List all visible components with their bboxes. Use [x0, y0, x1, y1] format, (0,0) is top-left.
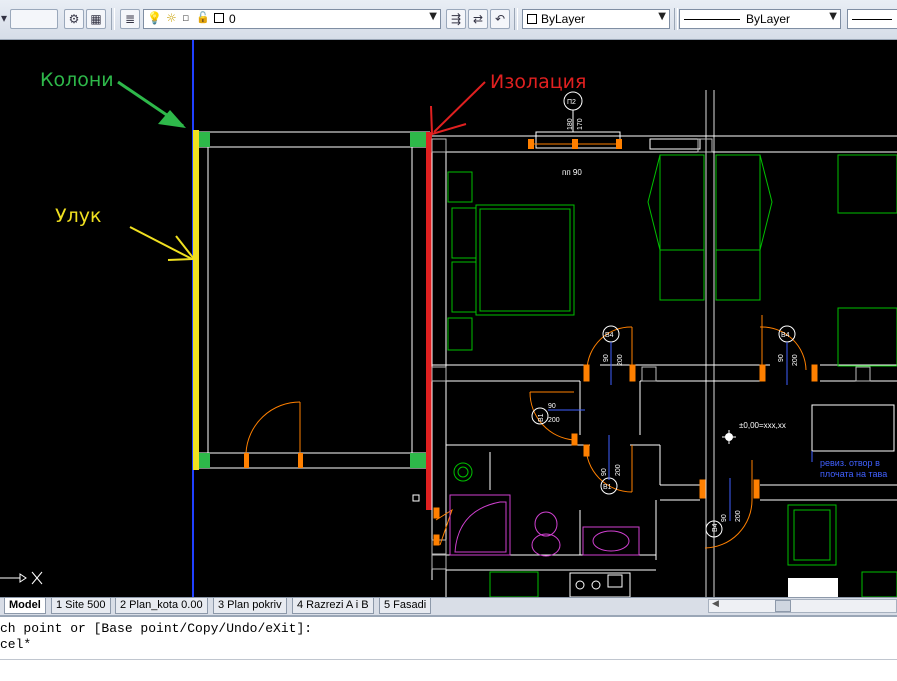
door-tag-b4-1: В4	[605, 332, 614, 339]
dropdown-arrow-icon[interactable]: ▾	[0, 9, 8, 29]
command-history-line-2: cel*	[0, 637, 32, 652]
door-dim-b1-2b: 200	[615, 464, 622, 476]
ucs-icon	[0, 571, 43, 585]
color-swatch	[527, 14, 537, 24]
tab-razrezi[interactable]: 4 Razrezi A i B	[292, 598, 374, 614]
chevron-down-icon: ▼	[829, 11, 837, 22]
toolbar-row: ▾ ⚙ ▦ ≣ 💡 ☼ ▫ 🔓 0 ▼ ⇶ ⇄ ↶ ByLayer ▼ ByLa…	[0, 6, 897, 34]
tab-site-500[interactable]: 1 Site 500	[51, 598, 111, 614]
door-tag-b4-2: В4	[781, 332, 790, 339]
layer-color-swatch	[214, 13, 224, 23]
lineweight-preview	[852, 19, 892, 20]
column	[410, 132, 426, 147]
column	[410, 453, 426, 468]
sanitary-fixtures	[449, 494, 640, 557]
scroll-left-icon[interactable]: ◀	[712, 599, 719, 609]
door-dim-b4-1: 90	[603, 354, 610, 362]
door-dim-b4-2: 90	[778, 354, 785, 362]
layer-properties-icon[interactable]: ≣	[120, 9, 140, 29]
balcony-door	[244, 401, 303, 468]
note-line-2: плочата на тава	[820, 469, 887, 479]
door-dim-b4-1b: 200	[617, 354, 624, 366]
toolbar: ▾ ⚙ ▦ ≣ 💡 ☼ ▫ 🔓 0 ▼ ⇶ ⇄ ↶ ByLayer ▼ ByLa…	[0, 0, 897, 40]
door-dim-b4-2b: 200	[792, 354, 799, 366]
doors	[433, 315, 818, 549]
columns	[197, 132, 426, 468]
view-manager-icon[interactable]: ▦	[86, 9, 106, 29]
scrollbar-thumb[interactable]	[775, 600, 791, 612]
floor-plan[interactable]: П2 180 170 пп 90 В4 90 200 В4 90 200 В1 …	[0, 40, 897, 598]
lineweight-combo[interactable]	[847, 9, 897, 29]
linetype-combo[interactable]: ByLayer ▼	[679, 9, 841, 29]
lock-icon: 🔓	[196, 11, 210, 24]
layer-combo[interactable]: 💡 ☼ ▫ 🔓 0 ▼	[143, 9, 441, 29]
door-tag-b1-2: В1	[603, 484, 612, 491]
balcony-walls	[196, 131, 430, 469]
door-dim-b1-2: 90	[601, 468, 608, 476]
door-tag-b1-1: В1	[538, 413, 545, 422]
chevron-down-icon: ▼	[658, 11, 666, 22]
linetype-value: ByLayer	[746, 12, 791, 26]
grip-square[interactable]	[412, 494, 420, 502]
layer-previous-icon[interactable]: ↶	[490, 9, 510, 29]
chevron-down-icon: ▼	[429, 11, 437, 22]
misc-fixtures	[453, 462, 897, 598]
toolbar-separator	[514, 8, 518, 30]
insulation-annotation: Изолация	[490, 71, 587, 93]
color-value: ByLayer	[541, 12, 586, 26]
command-line[interactable]: ch point or [Base point/Copy/Undo/eXit]:…	[0, 615, 897, 681]
small-box	[607, 574, 623, 588]
layer-name: 0	[229, 12, 236, 26]
command-input-separator	[0, 659, 897, 660]
door-dim-b1-1: 90	[548, 403, 556, 410]
sun-icon: ☼	[166, 11, 177, 25]
pp-label: пп 90	[562, 168, 582, 177]
door-tags	[531, 325, 796, 538]
p2-tag: П2	[567, 99, 576, 106]
layout-tabs: Model 1 Site 500 2 Plan_kota 0.00 3 Plan…	[0, 597, 897, 615]
door-dim-b4-3b: 200	[735, 510, 742, 522]
tab-model[interactable]: Model	[4, 598, 46, 614]
level-label: ±0,00=xxx,xx	[739, 421, 786, 430]
toolbar-separator	[111, 8, 115, 30]
settings-icon[interactable]: ⚙	[64, 9, 84, 29]
viewport-freeze-icon: ▫	[182, 11, 190, 24]
rail-gutter	[193, 130, 199, 470]
tab-plan-kota[interactable]: 2 Plan_kota 0.00	[115, 598, 208, 614]
color-combo[interactable]: ByLayer ▼	[522, 9, 670, 29]
toolbar-separator	[674, 8, 678, 30]
command-history-line-1: ch point or [Base point/Copy/Undo/eXit]:	[0, 621, 313, 636]
tab-plan-pokriv[interactable]: 3 Plan pokriv	[213, 598, 287, 614]
p2-dim-b: 170	[577, 118, 584, 130]
wardrobe	[647, 154, 897, 566]
tab-fasadi[interactable]: 5 Fasadi	[379, 598, 432, 614]
door-dim-b1-1b: 200	[548, 417, 560, 424]
door-tag-b4-3: В4	[712, 523, 719, 532]
linetype-preview	[684, 19, 740, 20]
note-line-1: ревиз. отвор в	[820, 458, 880, 468]
level-marker	[722, 430, 736, 444]
rail-annotation: Улук	[55, 205, 102, 227]
p2-dim-a: 180	[567, 118, 574, 130]
bulb-icon: 💡	[147, 11, 162, 25]
match-layer-icon[interactable]: ⇄	[468, 9, 488, 29]
bed	[447, 171, 575, 351]
columns-annotation: Колони	[40, 69, 114, 91]
drawing-canvas[interactable]: П2 180 170 пп 90 В4 90 200 В4 90 200 В1 …	[0, 40, 897, 598]
horizontal-scrollbar[interactable]: ◀	[708, 599, 897, 613]
door-dim-b4-3: 90	[721, 514, 728, 522]
named-view-combo[interactable]	[10, 9, 58, 29]
make-current-layer-icon[interactable]: ⇶	[446, 9, 466, 29]
white-block	[788, 578, 838, 597]
insulation-strip	[426, 132, 432, 510]
